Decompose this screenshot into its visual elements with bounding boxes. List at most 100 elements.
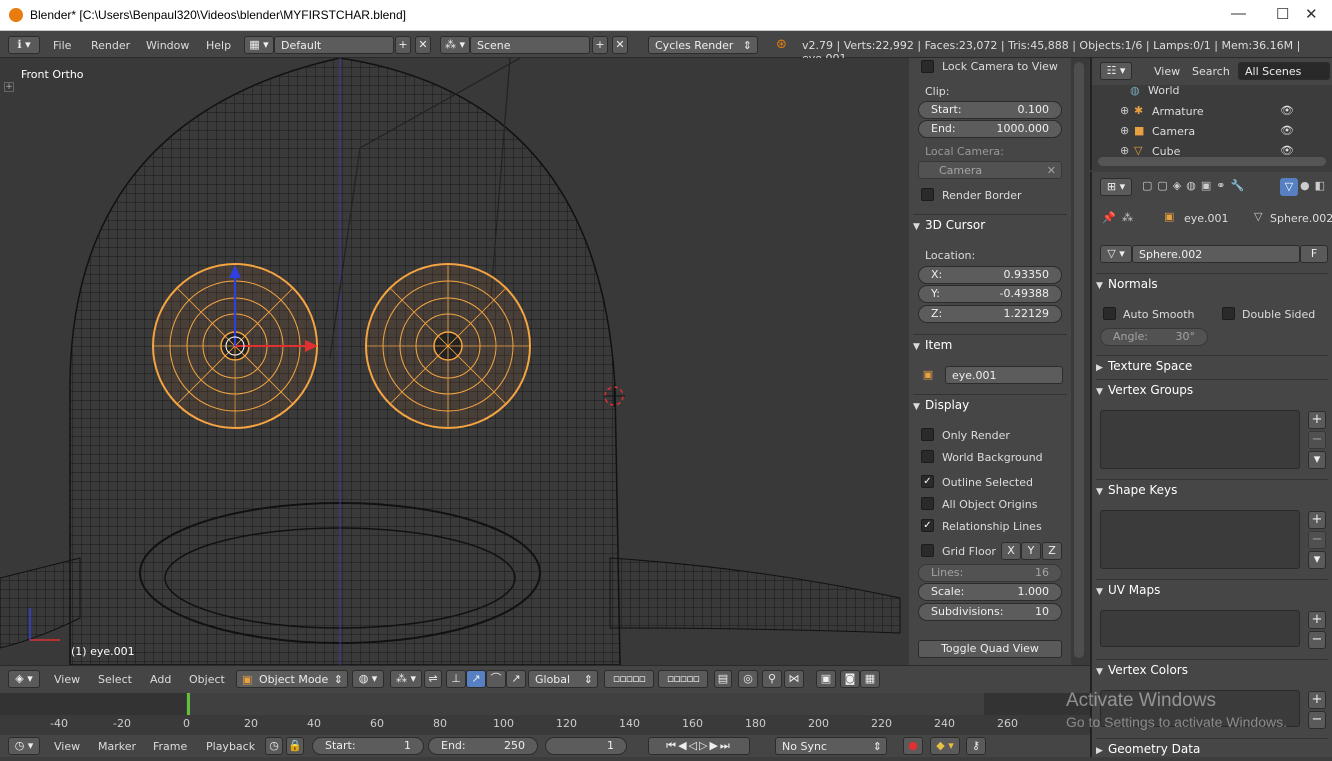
maximize-icon[interactable]: ☐	[1276, 5, 1289, 23]
outliner-scrollbar[interactable]	[1098, 157, 1326, 166]
shape-keys-list[interactable]	[1100, 510, 1300, 569]
visibility-eye-icon[interactable]: 👁	[1280, 124, 1294, 137]
grid-axis-z-toggle[interactable]: Z	[1042, 542, 1062, 560]
shape-key-remove-button[interactable]: −	[1308, 531, 1326, 549]
geometry-data-panel-header[interactable]: ▶ Geometry Data	[1096, 738, 1328, 758]
render-engine-select[interactable]: Cycles Render ⇕	[648, 36, 758, 54]
3d-cursor-panel-header[interactable]: ▼ 3D Cursor	[913, 214, 1067, 234]
outliner-item-camera[interactable]: Camera	[1152, 125, 1195, 138]
auto-smooth-angle-field[interactable]: Angle: 30°	[1100, 328, 1208, 346]
layout-name-field[interactable]: Default	[274, 36, 394, 54]
translate-manipulator-icon[interactable]: ⊥	[446, 670, 466, 688]
current-frame-field[interactable]: 1	[545, 737, 627, 755]
render-border-checkbox[interactable]	[921, 188, 934, 201]
only-render-checkbox[interactable]	[921, 428, 934, 441]
expand-icon[interactable]: ⊕	[1120, 104, 1129, 117]
shape-key-menu-button[interactable]: ▾	[1308, 551, 1326, 569]
local-camera-field[interactable]: Camera ✕	[918, 161, 1062, 179]
menu-file[interactable]: File	[53, 39, 71, 52]
preview-range-icon[interactable]: ◷	[265, 737, 283, 755]
mesh-data-tab-icon[interactable]: ▽	[1280, 178, 1298, 196]
item-name-field[interactable]: eye.001	[945, 366, 1063, 384]
display-panel-header[interactable]: ▼ Display	[913, 394, 1067, 414]
viewport-menu-select[interactable]: Select	[98, 673, 132, 686]
shape-key-add-button[interactable]: +	[1308, 511, 1326, 529]
scene-remove-icon[interactable]: ✕	[612, 36, 628, 54]
auto-smooth-checkbox[interactable]	[1103, 307, 1116, 320]
layout-add-icon[interactable]: +	[395, 36, 411, 54]
texture-space-panel-header[interactable]: ▶ Texture Space	[1096, 355, 1328, 375]
shape-keys-panel-header[interactable]: ▼ Shape Keys	[1096, 479, 1328, 499]
vertex-groups-list[interactable]	[1100, 410, 1300, 469]
editor-type-info-button[interactable]: ℹ ▾	[8, 36, 40, 54]
item-panel-header[interactable]: ▼ Item	[913, 334, 1067, 354]
opengl-anim-icon[interactable]: ▦	[860, 670, 880, 688]
grid-lines-field[interactable]: Lines: 16	[918, 564, 1062, 582]
vertex-group-menu-button[interactable]: ▾	[1308, 451, 1326, 469]
uv-maps-list[interactable]	[1100, 610, 1300, 647]
minimize-icon[interactable]: —	[1231, 5, 1246, 22]
auto-keying-icon[interactable]: ●	[903, 737, 923, 755]
cursor-z-field[interactable]: Z: 1.22129	[918, 305, 1062, 323]
layer-lock-icon[interactable]: ▤	[714, 670, 732, 688]
rotate-manipulator-icon[interactable]: ↗	[466, 670, 486, 688]
outliner-menu-search[interactable]: Search	[1192, 65, 1230, 78]
mesh-browse-button[interactable]: ▽ ▾	[1100, 245, 1132, 263]
normals-panel-header[interactable]: ▼ Normals	[1096, 273, 1328, 293]
grid-subdivisions-field[interactable]: Subdivisions: 10	[918, 603, 1062, 621]
uv-map-remove-button[interactable]: −	[1308, 631, 1326, 649]
scene-browse-button[interactable]: ⁂ ▾	[440, 36, 470, 54]
lock-camera-checkbox[interactable]	[921, 60, 934, 73]
layout-browse-button[interactable]: ▦ ▾	[244, 36, 274, 54]
scale-manipulator-icon[interactable]: ⌒	[486, 670, 506, 688]
viewport-canvas[interactable]	[0, 58, 909, 665]
transform-orientation-select[interactable]: Global ⇕	[528, 670, 598, 688]
vertex-groups-panel-header[interactable]: ▼ Vertex Groups	[1096, 379, 1328, 399]
manipulator-toggle-icon[interactable]: ⇌	[424, 670, 442, 688]
grid-axis-y-toggle[interactable]: Y	[1021, 542, 1041, 560]
properties-region-scrollbar[interactable]	[1071, 58, 1089, 665]
pivot-point-button[interactable]: ⁂ ▾	[390, 670, 422, 688]
viewport-menu-object[interactable]: Object	[189, 673, 225, 686]
cursor-x-field[interactable]: X: 0.93350	[918, 266, 1062, 284]
visibility-eye-icon[interactable]: 👁	[1280, 144, 1294, 157]
lock-range-icon[interactable]: 🔒	[286, 737, 304, 755]
timeline-menu-frame[interactable]: Frame	[153, 740, 187, 753]
fake-user-button[interactable]: F	[1300, 245, 1328, 263]
timeline-menu-view[interactable]: View	[54, 740, 80, 753]
properties-more-tabs[interactable]: ●◧	[1300, 179, 1330, 192]
pin-icon[interactable]: 📌	[1102, 211, 1116, 224]
expand-icon[interactable]: ⊕	[1120, 124, 1129, 137]
visibility-eye-icon[interactable]: 👁	[1280, 104, 1294, 117]
properties-context-tabs[interactable]: ▢▢◈◍▣⚭🔧	[1142, 179, 1249, 192]
relationship-lines-checkbox[interactable]: ✓	[921, 519, 934, 532]
scene-add-icon[interactable]: +	[592, 36, 608, 54]
clip-end-field[interactable]: End: 1000.000	[918, 120, 1062, 138]
outliner-filter-select[interactable]: All Scenes	[1238, 62, 1330, 80]
uv-maps-panel-header[interactable]: ▼ UV Maps	[1096, 579, 1328, 599]
outliner-item-armature[interactable]: Armature	[1152, 105, 1204, 118]
outline-selected-checkbox[interactable]: ✓	[921, 475, 934, 488]
vertex-group-remove-button[interactable]: −	[1308, 431, 1326, 449]
outliner-menu-view[interactable]: View	[1154, 65, 1180, 78]
grid-floor-checkbox[interactable]	[921, 544, 934, 557]
interaction-mode-select[interactable]: Object Mode ▣ ⇕	[236, 670, 348, 688]
all-object-origins-checkbox[interactable]	[921, 497, 934, 510]
vertex-color-remove-button[interactable]: −	[1308, 711, 1326, 729]
snap-element-icon[interactable]: ⋈	[784, 670, 804, 688]
insert-keyframe-icon[interactable]: ⚷	[966, 737, 986, 755]
grid-axis-x-toggle[interactable]: X	[1001, 542, 1021, 560]
outliner-editor-type-button[interactable]: ☷ ▾	[1100, 62, 1132, 80]
clip-start-field[interactable]: Start: 0.100	[918, 101, 1062, 119]
grid-scale-field[interactable]: Scale: 1.000	[918, 583, 1062, 601]
3d-viewport[interactable]: Front Ortho + (1) eye.001	[0, 58, 909, 665]
snap-toggle-icon[interactable]: ⚲	[762, 670, 782, 688]
scene-layers-grid[interactable]: ▫▫▫▫▫	[604, 670, 654, 688]
mesh-name-field[interactable]: Sphere.002	[1132, 245, 1300, 263]
playback-controls[interactable]: ⏮◀◁▷▶⏭	[648, 737, 750, 755]
frame-start-field[interactable]: Start: 1	[312, 737, 424, 755]
sync-mode-select[interactable]: No Sync ⇕	[775, 737, 887, 755]
keying-set-icon[interactable]: ◆ ▾	[930, 737, 960, 755]
viewport-shading-button[interactable]: ◍ ▾	[352, 670, 384, 688]
frame-end-field[interactable]: End: 250	[428, 737, 538, 755]
